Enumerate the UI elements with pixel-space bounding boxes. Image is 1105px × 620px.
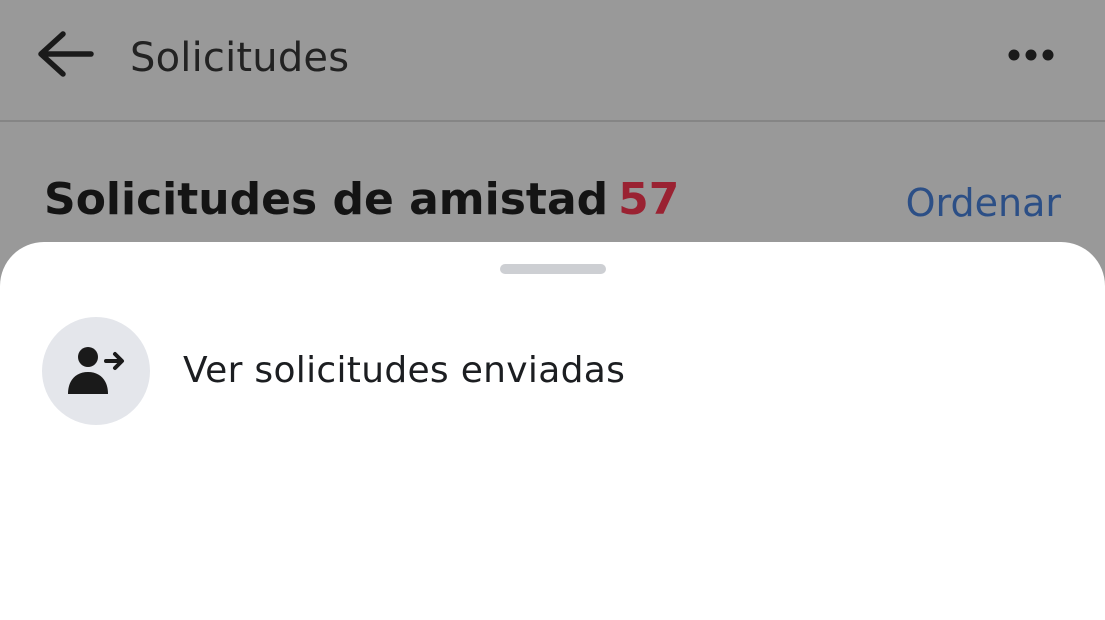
back-button[interactable] xyxy=(30,22,100,86)
arrow-left-icon xyxy=(38,31,94,77)
sort-button[interactable]: Ordenar xyxy=(906,180,1061,226)
more-options-button[interactable] xyxy=(995,30,1067,80)
sheet-item-label: Ver solicitudes enviadas xyxy=(183,350,626,391)
view-sent-requests-item[interactable]: Ver solicitudes enviadas xyxy=(42,316,1062,426)
more-horizontal-icon xyxy=(1008,49,1054,61)
section-title: Solicitudes de amistad 57 xyxy=(44,172,679,228)
section-title-text: Solicitudes de amistad xyxy=(44,174,609,225)
person-arrow-icon xyxy=(68,347,124,394)
icon-circle xyxy=(42,317,150,425)
request-count: 57 xyxy=(618,174,680,225)
drag-handle[interactable] xyxy=(500,264,606,274)
app-bar: Solicitudes xyxy=(0,0,1105,122)
page-title: Solicitudes xyxy=(130,35,350,81)
bottom-sheet: Ver solicitudes enviadas xyxy=(0,242,1105,620)
friend-requests-header: Solicitudes de amistad 57 Ordenar xyxy=(0,124,1105,244)
